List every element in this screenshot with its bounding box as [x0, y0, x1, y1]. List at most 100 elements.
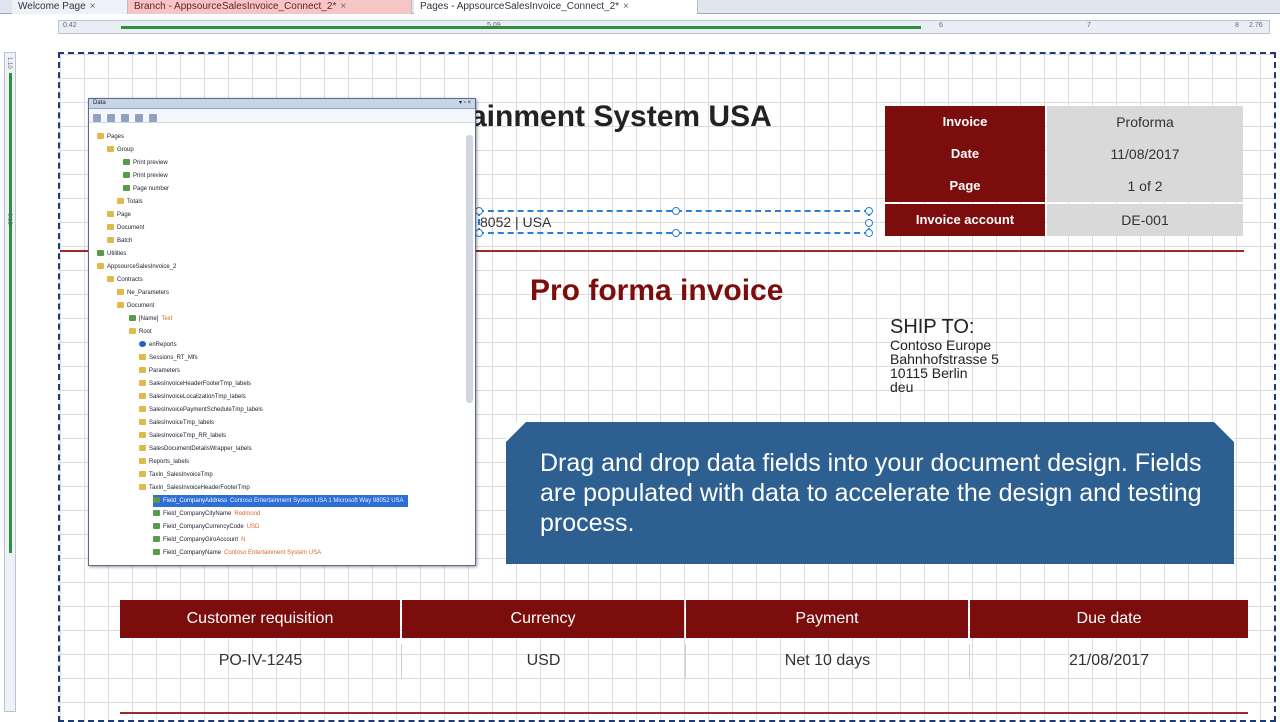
tree-node-label: Print preview	[133, 160, 168, 166]
tab-bar: Welcome Page × Branch - AppsourceSalesInv…	[0, 0, 1280, 14]
company-address-field[interactable]: 8052 | USA	[475, 207, 873, 237]
tree-node[interactable]: SalesInvoiceHeaderFooterTmp_labels	[139, 378, 254, 390]
tree-node[interactable]: Reports_labels	[139, 456, 192, 468]
tab-branch[interactable]: Branch - AppsourceSalesInvoice_Connect_2…	[128, 0, 412, 14]
table-header[interactable]: Payment	[686, 600, 968, 638]
panel-title-text: Data	[93, 100, 106, 106]
expand-icon[interactable]	[135, 114, 143, 122]
info-row-page[interactable]: Page 1 of 2	[885, 170, 1243, 202]
tree-node[interactable]: SalesDocumentDetailsWrapper_labels	[139, 443, 255, 455]
scrollbar[interactable]	[466, 135, 473, 403]
table-header[interactable]: Due date	[970, 600, 1248, 638]
folder-icon	[129, 328, 136, 335]
table-cell[interactable]: PO-IV-1245	[120, 644, 402, 678]
ship-to-block[interactable]: SHIP TO: Contoso Europe Bahnhofstrasse 5…	[890, 316, 999, 394]
tree-node-label: AppsourceSalesInvoice_2	[107, 264, 177, 270]
resize-handle[interactable]	[475, 229, 483, 237]
tree-node[interactable]: Print preview	[123, 170, 171, 182]
tree-node[interactable]: [Name] Text	[129, 313, 172, 325]
close-icon[interactable]: ×	[90, 1, 96, 12]
info-value: 11/08/2017	[1047, 138, 1243, 170]
resize-handle[interactable]	[672, 229, 680, 237]
company-name[interactable]: ainment System USA	[470, 100, 772, 134]
tree-node-value: Contoso Entertainment System USA 1 Micro…	[230, 498, 404, 504]
tree-node[interactable]: Batch	[107, 235, 135, 247]
info-row-invoice-account[interactable]: Invoice account DE-001	[885, 204, 1243, 236]
info-label: Invoice account	[885, 204, 1045, 236]
resize-handle[interactable]	[865, 207, 873, 215]
resize-handle[interactable]	[865, 229, 873, 237]
close-icon[interactable]: ×	[623, 1, 629, 12]
tree-node[interactable]: Root	[129, 326, 155, 338]
tree-node[interactable]: Document	[107, 222, 147, 234]
resize-handle[interactable]	[672, 207, 680, 215]
tree-node-label: Field_CompanyName	[163, 550, 222, 556]
close-icon[interactable]: ×	[340, 1, 346, 12]
footer-divider	[120, 712, 1248, 714]
info-row-date[interactable]: Date 11/08/2017	[885, 138, 1243, 170]
data-panel[interactable]: Data ▾ ▫ × Pages Group Print preview Print p…	[88, 98, 476, 566]
tree-node[interactable]: AppsourceSalesInvoice_2	[97, 261, 179, 273]
tree-node[interactable]: Parameters	[139, 365, 183, 377]
tree-node-label: Field_CompanyCityName	[163, 511, 232, 517]
tree-node[interactable]: TaxIn_SalesInvoiceHeaderFooterTmp	[139, 482, 253, 494]
tree-node[interactable]: enReports	[139, 339, 180, 351]
margin-guide[interactable]	[121, 26, 921, 29]
folder-icon	[107, 276, 114, 283]
tree-node-label: TaxIn_SalesInvoiceHeaderFooterTmp	[149, 485, 250, 491]
tree-node[interactable]: Field_CompanyCityName Redmond	[153, 508, 260, 520]
ruler-tick: 7	[1087, 22, 1091, 29]
horizontal-ruler[interactable]: 0.42 5.09 6 7 8 2.76	[58, 20, 1270, 34]
resize-handle[interactable]	[475, 207, 483, 215]
tree-node[interactable]: SalesInvoiceLocalizationTmp_labels	[139, 391, 249, 403]
refresh-icon[interactable]	[93, 114, 101, 122]
tree-node[interactable]: Totals	[117, 196, 146, 208]
tree-node[interactable]: SalesInvoiceTmp_RR_labels	[139, 430, 229, 442]
tree-node[interactable]: Ne_Parameters	[117, 287, 172, 299]
panel-window-buttons[interactable]: ▾ ▫ ×	[459, 99, 471, 108]
tree-node[interactable]: Print preview	[123, 157, 171, 169]
tree-node-label: SalesInvoicePaymentScheduleTmp_labels	[149, 407, 263, 413]
tree-node-label: Contracts	[117, 277, 143, 283]
tree-node[interactable]: Page number	[123, 183, 172, 195]
tree-node[interactable]: Utilities	[97, 248, 129, 260]
tree-node[interactable]: TaxIn_SalesInvoiceTmp	[139, 469, 216, 481]
tree-node[interactable]: SalesInvoiceTmp_labels	[139, 417, 217, 429]
callout-corner	[1214, 422, 1234, 442]
document-title[interactable]: Pro forma invoice	[530, 274, 783, 308]
table-cell[interactable]: USD	[402, 644, 686, 678]
info-label: Page	[885, 170, 1045, 202]
table-header[interactable]: Customer requisition	[120, 600, 400, 638]
tree-node[interactable]: Field_CompanyGiroAccount N	[153, 534, 245, 546]
filter-icon[interactable]	[107, 114, 115, 122]
tree-node[interactable]: Field_CompanyAddress Contoso Entertainmen…	[153, 495, 408, 507]
tree-node-label: Page	[117, 212, 132, 218]
table-cell[interactable]: Net 10 days	[686, 644, 970, 678]
tree-node[interactable]: Group	[107, 144, 137, 156]
tree-node[interactable]: Sessions_RT_Mfs	[139, 352, 201, 364]
field-icon	[123, 159, 130, 166]
resize-handle[interactable]	[865, 219, 873, 227]
table-cell[interactable]: 21/08/2017	[970, 644, 1248, 678]
vertical-ruler[interactable]: 1.10 0.13	[4, 52, 16, 712]
tab-welcome-page[interactable]: Welcome Page ×	[12, 0, 128, 14]
margin-guide[interactable]	[9, 73, 12, 553]
tree-node[interactable]: Pages	[97, 131, 127, 143]
tree-node[interactable]: Document	[117, 300, 157, 312]
tree-node[interactable]: Field_CompanyCurrencyCode USD	[153, 521, 259, 533]
tree-node[interactable]: Contracts	[107, 274, 146, 286]
tree-node[interactable]: SalesInvoicePaymentScheduleTmp_labels	[139, 404, 266, 416]
panel-title[interactable]: Data ▾ ▫ ×	[89, 99, 475, 109]
tree-node-label: Root	[139, 329, 152, 335]
tree-node-label: Field_CompanyAddress	[163, 498, 228, 504]
table-header[interactable]: Currency	[402, 600, 684, 638]
tree-node-label: Totals	[127, 199, 143, 205]
tree-node[interactable]: Field_CompanyName Contoso Entertainment S…	[153, 547, 321, 559]
settings-icon[interactable]	[149, 114, 157, 122]
tab-pages[interactable]: Pages - AppsourceSalesInvoice_Connect_2*…	[414, 0, 698, 14]
info-row-invoice[interactable]: Invoice Proforma	[885, 106, 1243, 138]
folder-icon	[139, 445, 146, 452]
collapse-icon[interactable]	[121, 114, 129, 122]
tree-node[interactable]: Page	[107, 209, 134, 221]
field-icon	[153, 523, 160, 530]
